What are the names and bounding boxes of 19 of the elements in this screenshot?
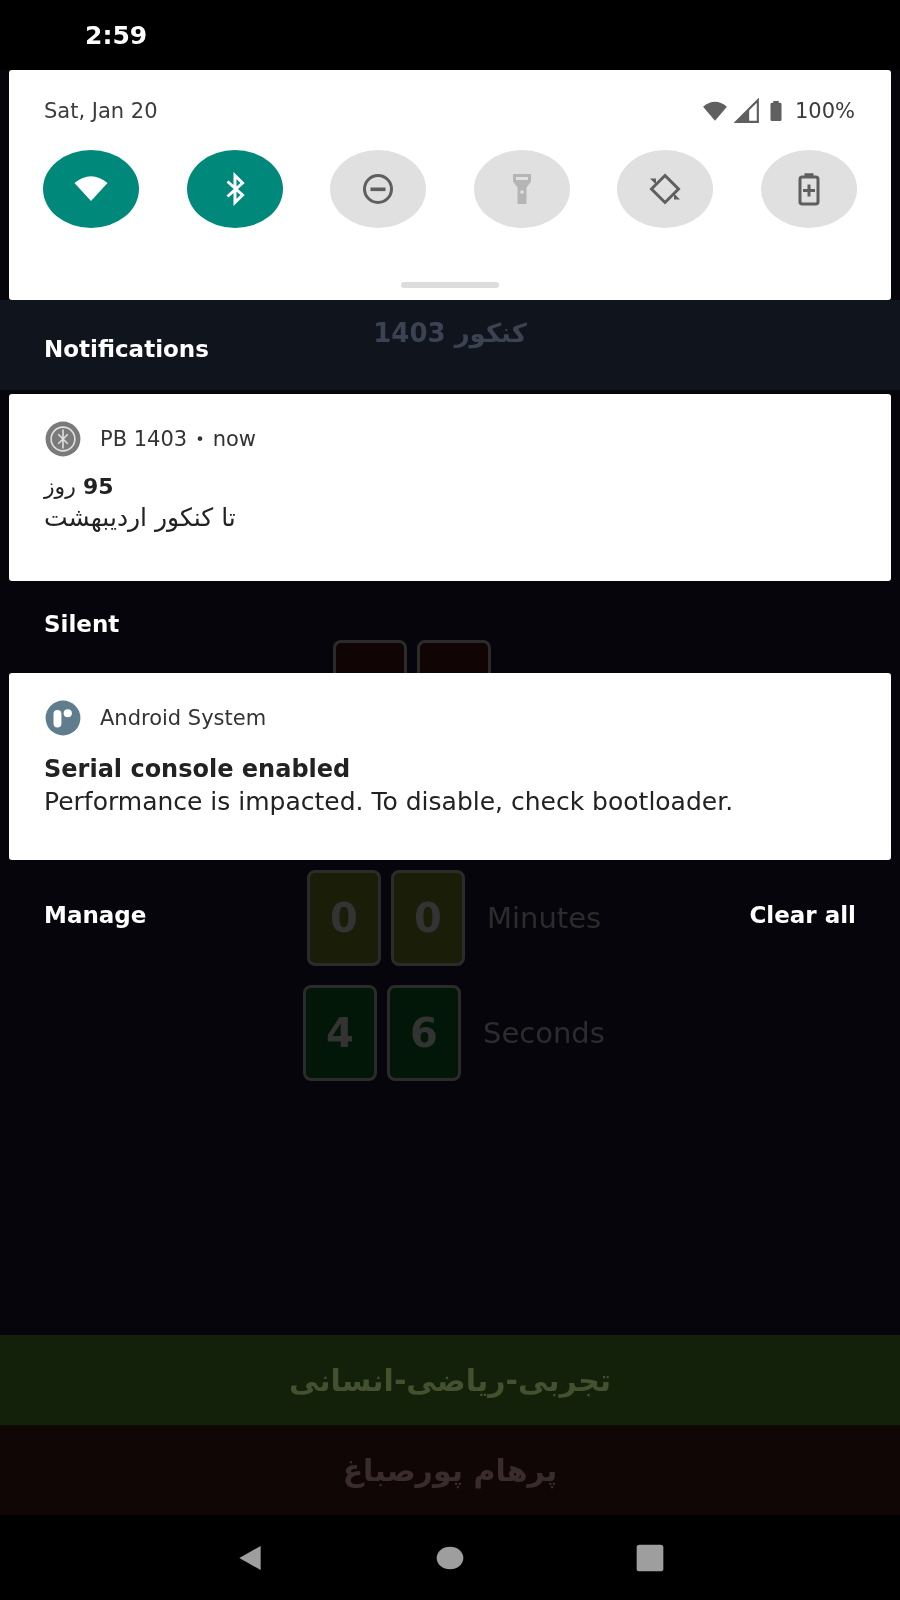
battery-percent: 100% <box>794 99 855 123</box>
section-header: Silent <box>44 611 120 637</box>
app-name: PB 1403 <box>100 427 188 451</box>
notification-time: now <box>212 427 256 451</box>
notification-text: Performance is impacted. To disable, check bootloader. <box>44 787 735 816</box>
system-icon <box>44 699 82 737</box>
notification-card[interactable]: Android System Serial console enabled Performance is impacted. To disable, check bootloader. <box>9 673 891 860</box>
clear-all-button[interactable]: Clear all <box>749 902 856 928</box>
separator-dot: • <box>195 429 205 449</box>
app-logo-icon <box>44 420 82 458</box>
notification-title: Serial console enabled <box>44 755 352 783</box>
signal-icon <box>732 98 761 124</box>
drag-handle[interactable] <box>401 282 499 288</box>
app-name: Android System <box>100 706 267 730</box>
date-text: Sat, Jan 20 <box>44 99 158 123</box>
clock-time: 2:59 <box>85 20 148 50</box>
notification-text: تا کنکور اردیبهشت <box>44 503 237 532</box>
section-header: Notifications <box>44 336 209 362</box>
manage-button[interactable]: Manage <box>44 902 147 928</box>
